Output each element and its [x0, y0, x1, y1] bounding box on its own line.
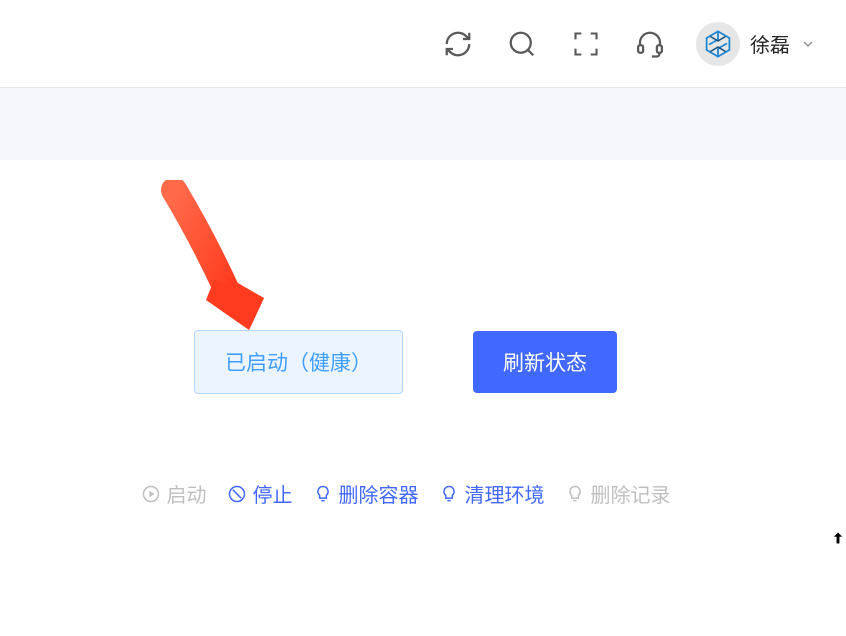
chevron-down-icon: [800, 36, 816, 52]
avatar: [696, 22, 740, 66]
start-label: 启动: [167, 479, 207, 508]
delete-container-label: 删除容器: [339, 479, 419, 508]
background-gap: [0, 88, 846, 160]
action-row: 启动 停止 删除容器 清理环境: [0, 479, 821, 508]
delete-container-action[interactable]: 删除容器: [313, 479, 419, 508]
start-action: 启动: [141, 479, 207, 508]
delete-record-label: 删除记录: [591, 479, 671, 508]
clean-env-label: 清理环境: [465, 479, 545, 508]
logo-icon: [703, 29, 733, 59]
refresh-icon-button[interactable]: [440, 26, 476, 62]
search-icon-button[interactable]: [504, 26, 540, 62]
status-badge: 已启动（健康）: [194, 330, 403, 394]
top-bar: 徐磊: [0, 0, 846, 88]
clean-env-action[interactable]: 清理环境: [439, 479, 545, 508]
search-icon: [507, 29, 537, 59]
stop-label: 停止: [253, 479, 293, 508]
fullscreen-icon: [572, 30, 600, 58]
status-row: 已启动（健康） 刷新状态: [0, 330, 821, 394]
stop-action[interactable]: 停止: [227, 479, 293, 508]
bulb-icon: [313, 484, 333, 504]
delete-record-action: 删除记录: [565, 479, 671, 508]
main-card: 已启动（健康） 刷新状态 启动 停止 删除容器: [0, 160, 821, 580]
resize-handle-icon[interactable]: [830, 530, 846, 546]
stop-icon: [227, 484, 247, 504]
username-label: 徐磊: [750, 29, 790, 58]
refresh-icon: [443, 29, 473, 59]
support-icon-button[interactable]: [632, 26, 668, 62]
play-icon: [141, 484, 161, 504]
refresh-status-button[interactable]: 刷新状态: [473, 331, 617, 393]
user-menu[interactable]: 徐磊: [696, 22, 816, 66]
fullscreen-icon-button[interactable]: [568, 26, 604, 62]
bulb-icon: [565, 484, 585, 504]
headset-icon: [635, 29, 665, 59]
bulb-icon: [439, 484, 459, 504]
